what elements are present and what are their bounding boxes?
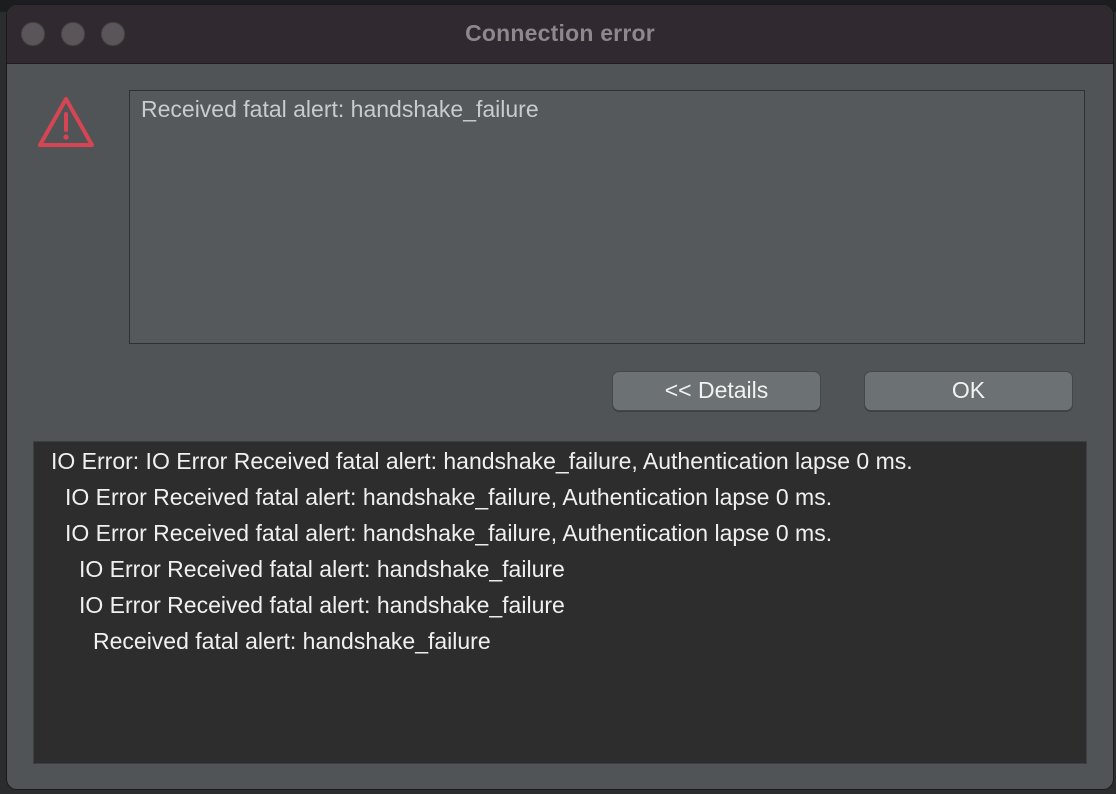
details-line: IO Error Received fatal alert: handshake…: [79, 556, 565, 582]
warning-triangle-icon: [38, 97, 94, 147]
details-line: IO Error Received fatal alert: handshake…: [79, 592, 565, 618]
details-line: Received fatal alert: handshake_failure: [93, 628, 491, 654]
title-bar[interactable]: Connection error: [7, 5, 1113, 64]
connection-error-dialog: Connection error Received fatal alert: h…: [6, 4, 1114, 790]
window-title: Connection error: [465, 20, 655, 46]
details-line: IO Error Received fatal alert: handshake…: [65, 520, 833, 546]
details-line: IO Error Received fatal alert: handshake…: [65, 484, 833, 510]
error-message-text: Received fatal alert: handshake_failure: [141, 96, 539, 122]
details-line: IO Error: IO Error Received fatal alert:…: [51, 448, 913, 474]
ok-button[interactable]: OK: [864, 371, 1073, 411]
error-details-panel[interactable]: IO Error: IO Error Received fatal alert:…: [33, 441, 1087, 764]
error-message-box: Received fatal alert: handshake_failure: [129, 90, 1085, 344]
details-toggle-button[interactable]: << Details: [612, 371, 821, 411]
